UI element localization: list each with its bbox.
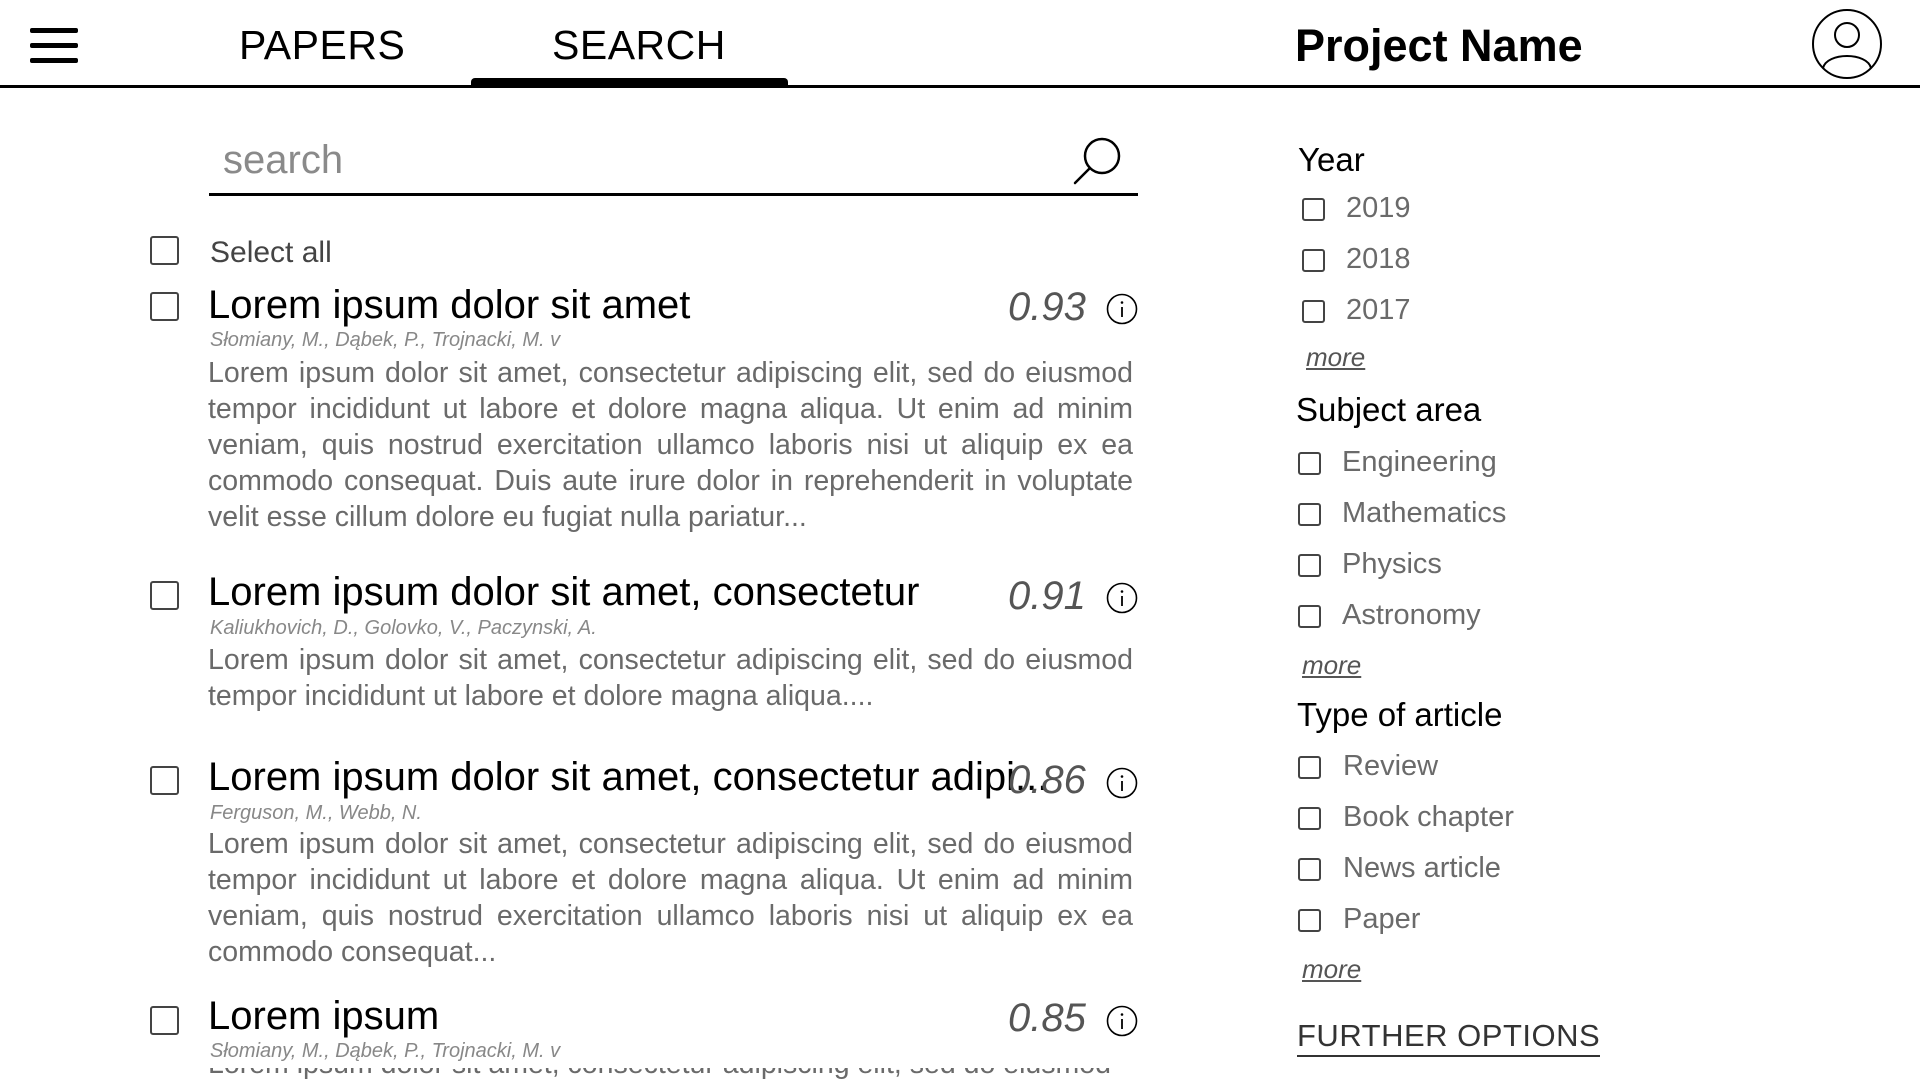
result-title[interactable]: Lorem ipsum dolor sit amet, consectetur …: [208, 755, 1048, 800]
result-checkbox[interactable]: [150, 581, 179, 610]
filter-heading-year: Year: [1298, 141, 1365, 178]
filter-checkbox-review[interactable]: [1298, 756, 1321, 779]
filter-checkbox-physics[interactable]: [1298, 554, 1321, 577]
filter-checkbox-book-chapter[interactable]: [1298, 807, 1321, 830]
result-authors: Słomiany, M., Dąbek, P., Trojnacki, M. v: [210, 1040, 561, 1062]
result-authors: Słomiany, M., Dąbek, P., Trojnacki, M. v: [210, 329, 561, 351]
result-checkbox[interactable]: [150, 1006, 179, 1035]
filter-heading-subject: Subject area: [1296, 391, 1482, 428]
filter-label: Book chapter: [1343, 801, 1514, 833]
result-checkbox[interactable]: [150, 292, 179, 321]
result-abstract: Lorem ipsum dolor sit amet, consectetur …: [208, 828, 1133, 968]
tab-search[interactable]: SEARCH: [552, 22, 726, 69]
result-authors: Ferguson, M., Webb, N.: [210, 802, 422, 824]
result-title[interactable]: Lorem ipsum dolor sit amet: [208, 283, 690, 328]
filter-label: 2018: [1346, 243, 1411, 275]
relevance-score: 0.93: [1008, 285, 1086, 329]
result-authors: Kaliukhovich, D., Golovko, V., Paczynski…: [210, 617, 597, 639]
filter-checkbox-2018[interactable]: [1302, 249, 1325, 272]
filter-label: Physics: [1342, 548, 1442, 580]
info-icon[interactable]: [1106, 767, 1138, 799]
select-all-checkbox[interactable]: [150, 236, 179, 265]
select-all-label: Select all: [210, 236, 332, 269]
user-avatar-icon[interactable]: [1811, 8, 1883, 80]
filter-label: 2019: [1346, 192, 1411, 224]
filter-checkbox-mathematics[interactable]: [1298, 503, 1321, 526]
result-abstract: Lorem ipsum dolor sit amet, consectetur …: [208, 1068, 1133, 1080]
result-title[interactable]: Lorem ipsum: [208, 994, 439, 1039]
info-icon[interactable]: [1106, 293, 1138, 325]
filter-label: Review: [1343, 750, 1439, 782]
filter-label: 2017: [1346, 294, 1411, 326]
hamburger-menu-icon[interactable]: [30, 28, 78, 64]
result-abstract-clipped: Lorem ipsum dolor sit amet, consectetur …: [208, 1068, 1133, 1080]
filter-label: Paper: [1343, 903, 1421, 935]
filter-label: News article: [1343, 852, 1501, 884]
filter-checkbox-astronomy[interactable]: [1298, 605, 1321, 628]
relevance-score: 0.91: [1008, 574, 1086, 618]
filter-label: Engineering: [1342, 446, 1497, 478]
filter-label: Mathematics: [1342, 497, 1507, 529]
top-bar: PAPERS SEARCH Project Name: [0, 0, 1920, 88]
tab-papers[interactable]: PAPERS: [239, 22, 405, 69]
search-icon[interactable]: [1072, 135, 1124, 187]
result-checkbox[interactable]: [150, 766, 179, 795]
result-abstract: Lorem ipsum dolor sit amet, consectetur …: [208, 644, 1133, 712]
year-more-link[interactable]: more: [1306, 342, 1365, 373]
search-bar: [209, 127, 1138, 196]
filter-checkbox-2019[interactable]: [1302, 198, 1325, 221]
project-name: Project Name: [1295, 20, 1583, 71]
search-input[interactable]: [223, 135, 1023, 185]
info-icon[interactable]: [1106, 1005, 1138, 1037]
info-icon[interactable]: [1106, 582, 1138, 614]
further-options-link[interactable]: FURTHER OPTIONS: [1297, 1018, 1601, 1057]
active-tab-indicator: [471, 78, 788, 85]
type-more-link[interactable]: more: [1302, 954, 1361, 985]
filter-checkbox-news-article[interactable]: [1298, 858, 1321, 881]
result-title[interactable]: Lorem ipsum dolor sit amet, consectetur: [208, 570, 919, 615]
relevance-score: 0.86: [1008, 758, 1086, 802]
filter-checkbox-2017[interactable]: [1302, 300, 1325, 323]
relevance-score: 0.85: [1008, 996, 1086, 1040]
filter-checkbox-paper[interactable]: [1298, 909, 1321, 932]
subject-more-link[interactable]: more: [1302, 650, 1361, 681]
filter-checkbox-engineering[interactable]: [1298, 452, 1321, 475]
result-abstract: Lorem ipsum dolor sit amet, consectetur …: [208, 357, 1133, 533]
filter-heading-type: Type of article: [1297, 696, 1503, 733]
filter-label: Astronomy: [1342, 599, 1481, 631]
